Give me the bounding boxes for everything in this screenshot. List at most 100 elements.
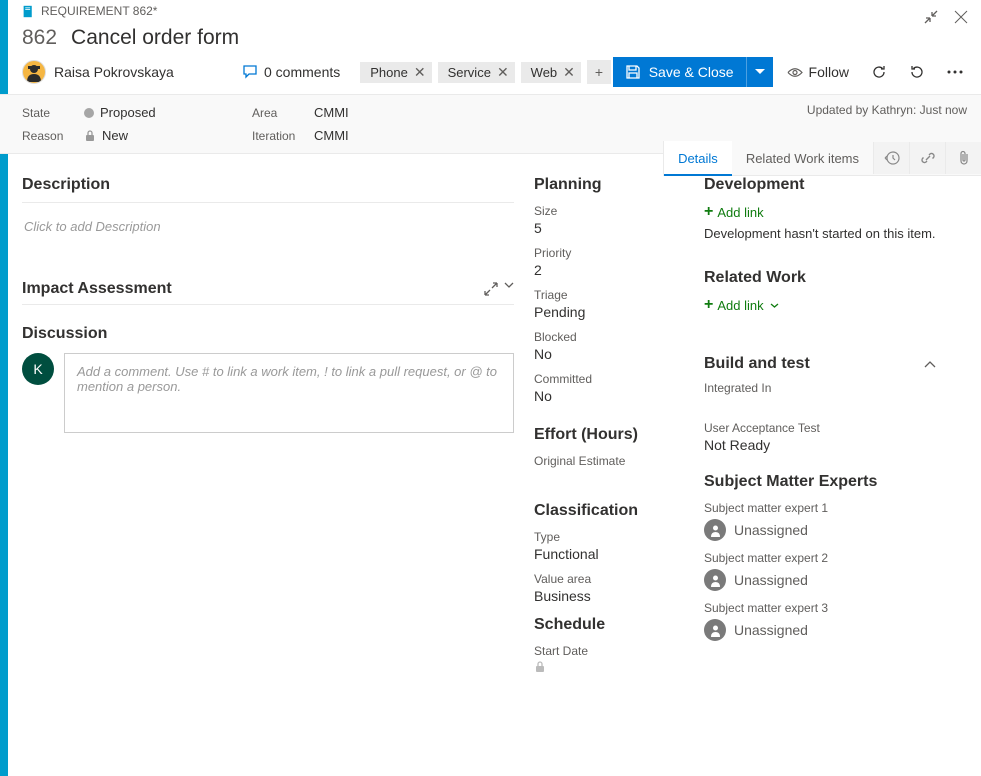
more-actions-button[interactable]	[939, 56, 971, 88]
area-value[interactable]: CMMI	[314, 105, 349, 120]
chevron-up-icon[interactable]	[924, 361, 936, 368]
triage-value[interactable]: Pending	[534, 304, 688, 320]
comment-icon	[242, 64, 258, 80]
comments-link[interactable]: 0 comments	[242, 64, 340, 80]
planning-title: Planning	[534, 176, 688, 194]
reason-value[interactable]: New	[84, 128, 128, 143]
committed-value[interactable]: No	[534, 388, 688, 404]
sme2-label: Subject matter expert 2	[704, 551, 936, 565]
size-label: Size	[534, 204, 688, 218]
state-value[interactable]: Proposed	[84, 105, 156, 120]
lock-icon	[534, 661, 546, 673]
tab-history[interactable]	[873, 142, 909, 174]
description-title: Description	[22, 176, 514, 203]
plus-icon: +	[704, 297, 713, 313]
value-area-label: Value area	[534, 572, 688, 586]
tab-links[interactable]	[909, 142, 945, 174]
tags-container: Phone✕ Service✕ Web✕ +	[360, 60, 611, 84]
integrated-in-label: Integrated In	[704, 381, 936, 395]
avatar	[22, 60, 46, 84]
priority-value[interactable]: 2	[534, 262, 688, 278]
attachment-icon	[957, 150, 971, 166]
schedule-title: Schedule	[534, 616, 688, 634]
size-value[interactable]: 5	[534, 220, 688, 236]
remove-tag-icon[interactable]: ✕	[497, 65, 509, 79]
area-label: Area	[252, 106, 296, 120]
follow-button[interactable]: Follow	[779, 60, 857, 84]
estimate-label: Original Estimate	[534, 454, 688, 468]
blocked-value[interactable]: No	[534, 346, 688, 362]
comment-input[interactable]: Add a comment. Use # to link a work item…	[64, 353, 514, 433]
eye-icon	[787, 67, 803, 78]
tab-attachments[interactable]	[945, 142, 981, 174]
tag-phone[interactable]: Phone✕	[360, 62, 431, 83]
title-row: 862 Cancel order form	[0, 18, 981, 56]
state-dot-icon	[84, 108, 94, 118]
triage-label: Triage	[534, 288, 688, 302]
requirement-icon	[22, 5, 35, 18]
tag-service[interactable]: Service✕	[438, 62, 515, 83]
type-value[interactable]: Functional	[534, 546, 688, 562]
expand-icon[interactable]	[484, 282, 498, 296]
save-dropdown-button[interactable]	[747, 57, 773, 87]
priority-label: Priority	[534, 246, 688, 260]
undo-icon	[909, 64, 925, 80]
effort-title: Effort (Hours)	[534, 426, 688, 444]
uat-value[interactable]: Not Ready	[704, 437, 936, 453]
workitem-id: 862	[22, 26, 57, 50]
breadcrumb-text: REQUIREMENT 862*	[41, 4, 157, 18]
comment-avatar: K	[22, 353, 54, 385]
link-icon	[920, 150, 936, 166]
save-close-button[interactable]: Save & Close	[613, 57, 747, 87]
close-icon[interactable]	[949, 5, 973, 29]
sme3-label: Subject matter expert 3	[704, 601, 936, 615]
start-date-label: Start Date	[534, 644, 688, 658]
tag-web[interactable]: Web✕	[521, 62, 581, 83]
collapse-icon[interactable]	[919, 5, 943, 29]
development-text: Development hasn't started on this item.	[704, 226, 936, 241]
blocked-label: Blocked	[534, 330, 688, 344]
sme1-picker[interactable]: Unassigned	[704, 519, 936, 541]
state-label: State	[22, 106, 66, 120]
description-input[interactable]: Click to add Description	[22, 213, 514, 240]
discussion-title: Discussion	[22, 325, 514, 343]
person-icon	[704, 519, 726, 541]
build-test-title: Build and test	[704, 355, 810, 373]
add-dev-link-button[interactable]: +Add link	[704, 204, 936, 220]
assignee-name: Raisa Pokrovskaya	[54, 64, 174, 80]
assignee-picker[interactable]: Raisa Pokrovskaya	[22, 60, 222, 84]
type-label: Type	[534, 530, 688, 544]
chevron-down-icon	[770, 303, 779, 308]
iteration-value[interactable]: CMMI	[314, 128, 349, 143]
sme3-picker[interactable]: Unassigned	[704, 619, 936, 641]
chevron-down-icon[interactable]	[504, 282, 514, 288]
ellipsis-icon	[947, 70, 963, 74]
related-work-title: Related Work	[704, 269, 936, 287]
sme-title: Subject Matter Experts	[704, 473, 936, 491]
iteration-label: Iteration	[252, 129, 296, 143]
save-icon	[625, 64, 641, 80]
person-icon	[704, 619, 726, 641]
uat-label: User Acceptance Test	[704, 421, 936, 435]
history-icon	[884, 150, 900, 166]
refresh-icon	[871, 64, 887, 80]
person-icon	[704, 569, 726, 591]
updated-text: Updated by Kathryn: Just now	[807, 103, 967, 117]
chevron-down-icon	[755, 69, 765, 75]
value-area-value[interactable]: Business	[534, 588, 688, 604]
revert-button[interactable]	[901, 56, 933, 88]
remove-tag-icon[interactable]: ✕	[414, 65, 426, 79]
tab-details[interactable]: Details	[664, 141, 732, 176]
development-title: Development	[704, 176, 936, 194]
workitem-title[interactable]: Cancel order form	[71, 26, 239, 50]
lock-icon	[84, 130, 96, 142]
tab-related-work[interactable]: Related Work items	[732, 143, 873, 174]
remove-tag-icon[interactable]: ✕	[563, 65, 575, 79]
sme2-picker[interactable]: Unassigned	[704, 569, 936, 591]
add-related-link-button[interactable]: +Add link	[704, 297, 936, 313]
add-tag-button[interactable]: +	[587, 60, 611, 84]
refresh-button[interactable]	[863, 56, 895, 88]
reason-label: Reason	[22, 129, 66, 143]
plus-icon: +	[704, 204, 713, 220]
impact-title: Impact Assessment	[22, 280, 172, 298]
